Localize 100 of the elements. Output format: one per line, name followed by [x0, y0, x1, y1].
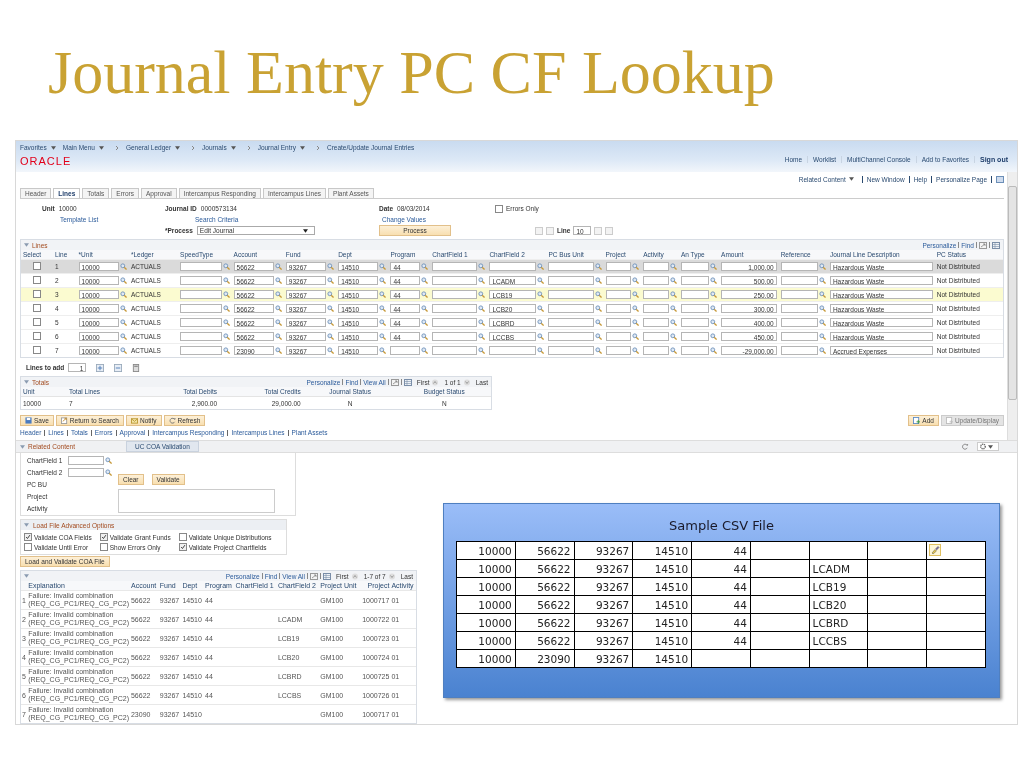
- input-field[interactable]: [432, 318, 478, 327]
- checkbox[interactable]: [99, 543, 108, 551]
- search-icon[interactable]: [818, 263, 826, 270]
- input-field[interactable]: [548, 304, 594, 313]
- input-field[interactable]: [68, 455, 104, 465]
- input-field[interactable]: [180, 262, 222, 271]
- search-icon[interactable]: [327, 277, 335, 284]
- search-icon[interactable]: [594, 263, 602, 270]
- previous-icon[interactable]: [431, 378, 440, 386]
- search-icon[interactable]: [818, 291, 826, 298]
- search-icon[interactable]: [594, 333, 602, 340]
- checkbox[interactable]: [178, 543, 187, 551]
- search-icon[interactable]: [710, 319, 718, 326]
- search-icon[interactable]: [632, 347, 640, 354]
- input-field[interactable]: [643, 290, 669, 299]
- input-field[interactable]: [605, 290, 632, 299]
- search-icon[interactable]: [222, 263, 230, 270]
- search-icon[interactable]: [478, 305, 486, 312]
- input-field[interactable]: [548, 262, 594, 271]
- input-field[interactable]: [548, 290, 594, 299]
- zoom-icon[interactable]: [310, 572, 318, 580]
- search-icon[interactable]: [105, 456, 112, 464]
- search-icon[interactable]: [710, 347, 718, 354]
- checkbox[interactable]: [178, 533, 187, 541]
- input-field[interactable]: [180, 290, 222, 299]
- input-field[interactable]: [68, 467, 104, 477]
- search-icon[interactable]: [379, 305, 387, 312]
- search-icon[interactable]: [632, 333, 640, 340]
- next-page-button[interactable]: [594, 226, 603, 235]
- input-field[interactable]: [643, 262, 669, 271]
- input-field[interactable]: [680, 290, 710, 299]
- search-icon[interactable]: [222, 291, 230, 298]
- calculator-icon[interactable]: [132, 363, 141, 372]
- search-icon[interactable]: [222, 333, 230, 340]
- search-icon[interactable]: [710, 263, 718, 270]
- input-field[interactable]: [180, 304, 222, 313]
- search-icon[interactable]: [478, 291, 486, 298]
- search-icon[interactable]: [710, 305, 718, 312]
- search-icon[interactable]: [274, 277, 282, 284]
- input-field[interactable]: [432, 304, 478, 313]
- search-icon[interactable]: [537, 263, 545, 270]
- search-icon[interactable]: [669, 291, 677, 298]
- input-field[interactable]: [180, 346, 222, 355]
- search-icon[interactable]: [421, 305, 429, 312]
- input-field[interactable]: [780, 304, 818, 313]
- search-icon[interactable]: [421, 333, 429, 340]
- collapse-icon[interactable]: [20, 444, 25, 449]
- search-icon[interactable]: [537, 347, 545, 354]
- search-icon[interactable]: [710, 291, 718, 298]
- input-field[interactable]: [605, 332, 632, 341]
- search-icon[interactable]: [632, 319, 640, 326]
- input-field[interactable]: [489, 262, 537, 271]
- search-icon[interactable]: [478, 263, 486, 270]
- paintbrush-icon[interactable]: [929, 544, 942, 556]
- input-field[interactable]: [548, 276, 594, 285]
- input-field[interactable]: [780, 318, 818, 327]
- search-icon[interactable]: [119, 291, 127, 298]
- grid-icon[interactable]: [403, 378, 412, 386]
- search-icon[interactable]: [119, 305, 127, 312]
- input-field[interactable]: [605, 304, 632, 313]
- grid-icon[interactable]: [992, 241, 1000, 249]
- search-icon[interactable]: [669, 305, 677, 312]
- input-field[interactable]: [643, 346, 669, 355]
- input-field[interactable]: [680, 346, 710, 355]
- search-icon[interactable]: [594, 277, 602, 284]
- search-icon[interactable]: [478, 347, 486, 354]
- search-icon[interactable]: [119, 263, 127, 270]
- input-field[interactable]: [680, 276, 710, 285]
- search-icon[interactable]: [379, 333, 387, 340]
- input-field[interactable]: [489, 346, 537, 355]
- next-icon[interactable]: [462, 378, 471, 386]
- search-icon[interactable]: [379, 291, 387, 298]
- checkbox[interactable]: [24, 533, 32, 541]
- input-field[interactable]: [432, 276, 478, 285]
- search-icon[interactable]: [327, 319, 335, 326]
- search-icon[interactable]: [632, 277, 640, 284]
- search-icon[interactable]: [537, 305, 545, 312]
- search-icon[interactable]: [421, 347, 429, 354]
- search-icon[interactable]: [327, 333, 335, 340]
- input-field[interactable]: [548, 346, 594, 355]
- search-icon[interactable]: [632, 291, 640, 298]
- search-icon[interactable]: [537, 291, 545, 298]
- next-icon[interactable]: [387, 572, 396, 580]
- input-field[interactable]: [780, 276, 818, 285]
- checkbox[interactable]: [24, 543, 32, 551]
- input-field[interactable]: [680, 304, 710, 313]
- search-icon[interactable]: [274, 347, 282, 354]
- search-icon[interactable]: [632, 305, 640, 312]
- search-icon[interactable]: [327, 263, 335, 270]
- checkbox[interactable]: [33, 276, 41, 284]
- delete-row-icon[interactable]: [114, 363, 123, 372]
- search-icon[interactable]: [478, 277, 486, 284]
- search-icon[interactable]: [669, 333, 677, 340]
- search-icon[interactable]: [594, 347, 602, 354]
- input-field[interactable]: [780, 332, 818, 341]
- search-icon[interactable]: [274, 263, 282, 270]
- input-field[interactable]: [432, 332, 478, 341]
- search-icon[interactable]: [669, 319, 677, 326]
- search-icon[interactable]: [379, 277, 387, 284]
- search-icon[interactable]: [379, 263, 387, 270]
